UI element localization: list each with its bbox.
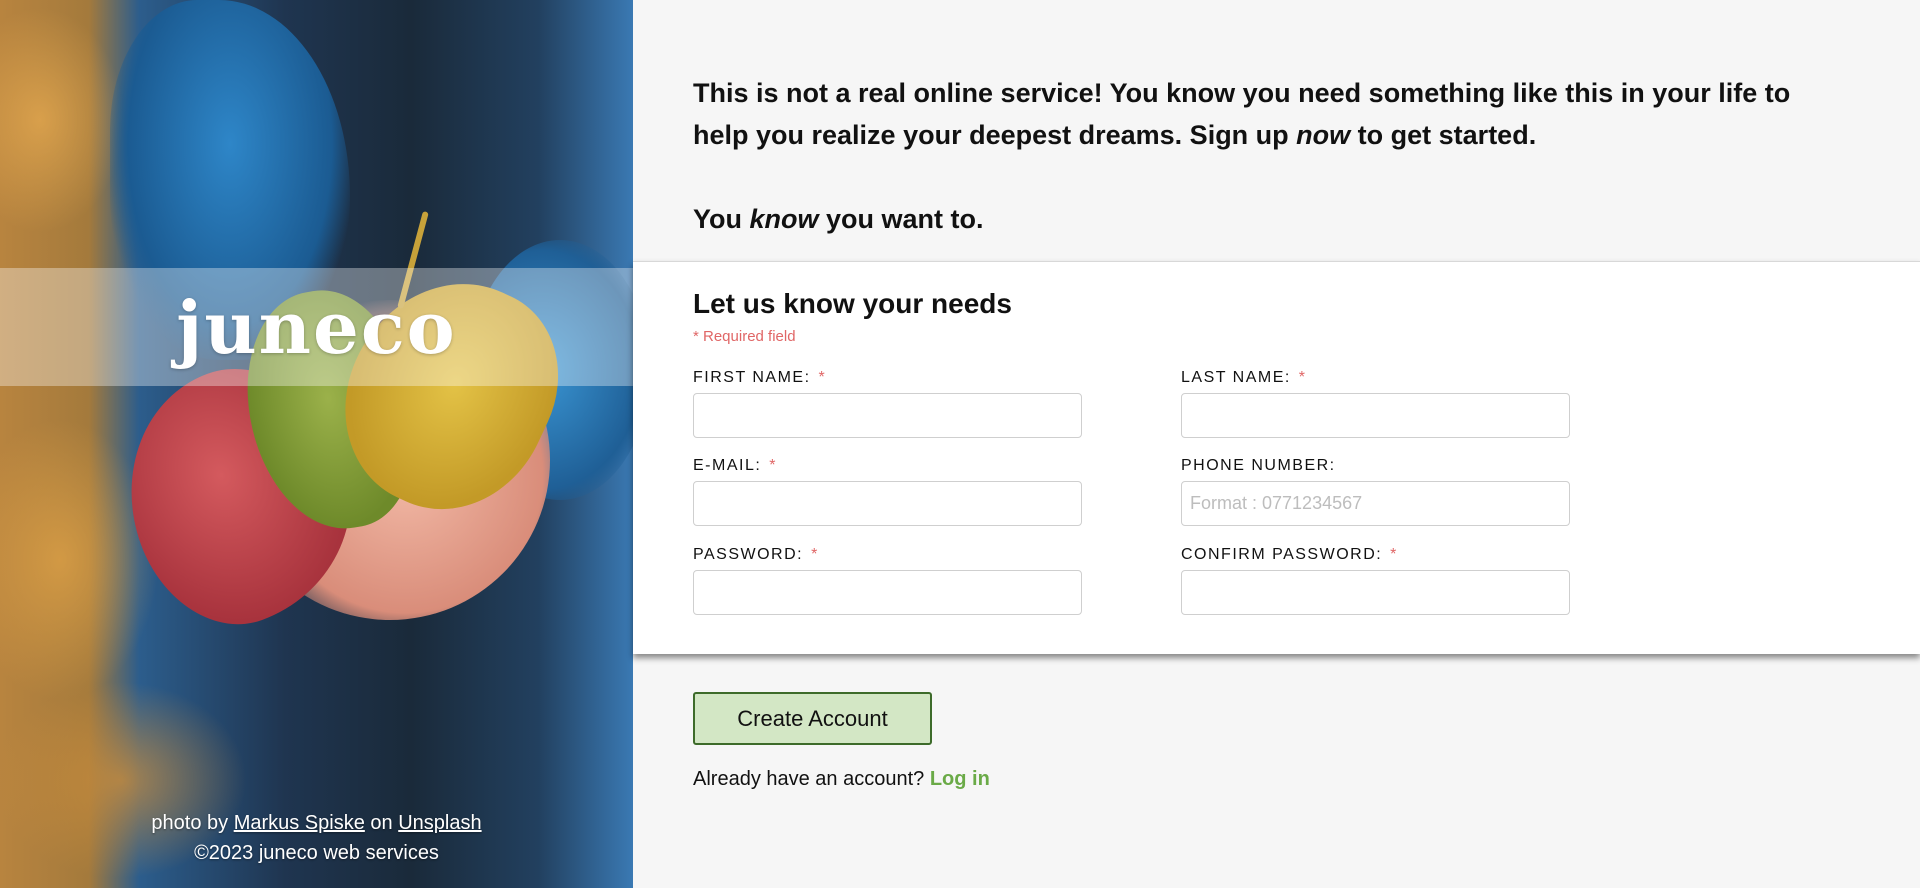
intro-emphasis: now [1296,120,1351,150]
photo-credit-line: photo by Markus Spiske on Unsplash [0,808,633,838]
email-input[interactable] [693,481,1082,526]
password-input[interactable] [693,570,1082,615]
required-field-note: * Required field [693,328,796,345]
photographer-link[interactable]: Markus Spiske [234,812,365,834]
intro-text-part: This is not a real online service! You k… [693,78,1791,150]
required-marker: * [811,546,819,563]
copyright-text: ©2023 juneco web services [194,842,439,864]
confirm-password-label-text: CONFIRM PASSWORD: [1181,546,1383,563]
first-name-label-text: FIRST NAME: [693,369,811,386]
confirm-password-field-group: CONFIRM PASSWORD: * [1181,546,1570,615]
last-name-label-text: LAST NAME: [1181,369,1291,386]
phone-label: PHONE NUMBER: [1181,457,1570,481]
tagline-emphasis: know [749,204,819,234]
email-label-text: E-MAIL: [693,457,762,474]
tagline-text-part: You [693,204,750,234]
password-field-group: PASSWORD: * [693,546,1082,615]
phone-label-text: PHONE NUMBER: [1181,457,1336,474]
intro-text-part: to get started. [1350,120,1537,150]
required-marker: * [1298,369,1307,386]
confirm-password-label: CONFIRM PASSWORD: * [1181,546,1570,570]
photo-credits: photo by Markus Spiske on Unsplash ©2023… [0,808,633,868]
first-name-field-group: FIRST NAME: * [693,369,1082,438]
form-title: Let us know your needs [693,288,1012,319]
intro-paragraph: This is not a real online service! You k… [693,72,1793,156]
login-link[interactable]: Log in [930,768,990,790]
login-prompt-text: Already have an account? [693,768,925,790]
last-name-label: LAST NAME: * [1181,369,1570,393]
first-name-label: FIRST NAME: * [693,369,1082,393]
password-label: PASSWORD: * [693,546,1082,570]
password-label-text: PASSWORD: [693,546,804,563]
credit-prefix: photo by [151,812,229,834]
intro-tagline: You know you want to. [693,198,1793,240]
first-name-input[interactable] [693,393,1082,438]
login-prompt: Already have an account? Log in [693,768,990,791]
required-marker: * [1390,546,1398,563]
hero-image [0,0,633,888]
email-label: E-MAIL: * [693,457,1082,481]
brand-logo: juneco [176,284,457,370]
confirm-password-input[interactable] [1181,570,1570,615]
signup-form-card: Let us know your needs * Required field … [633,261,1920,654]
required-marker: * [818,369,827,386]
email-field-group: E-MAIL: * [693,457,1082,526]
required-marker: * [769,457,777,474]
tagline-text-part: you want to. [818,204,984,234]
unsplash-link[interactable]: Unsplash [398,812,481,834]
create-account-button[interactable]: Create Account [693,692,932,745]
intro-text: This is not a real online service! You k… [693,72,1793,240]
phone-input[interactable] [1181,481,1570,526]
last-name-input[interactable] [1181,393,1570,438]
credit-on: on [370,812,393,834]
last-name-field-group: LAST NAME: * [1181,369,1570,438]
phone-field-group: PHONE NUMBER: [1181,457,1570,526]
